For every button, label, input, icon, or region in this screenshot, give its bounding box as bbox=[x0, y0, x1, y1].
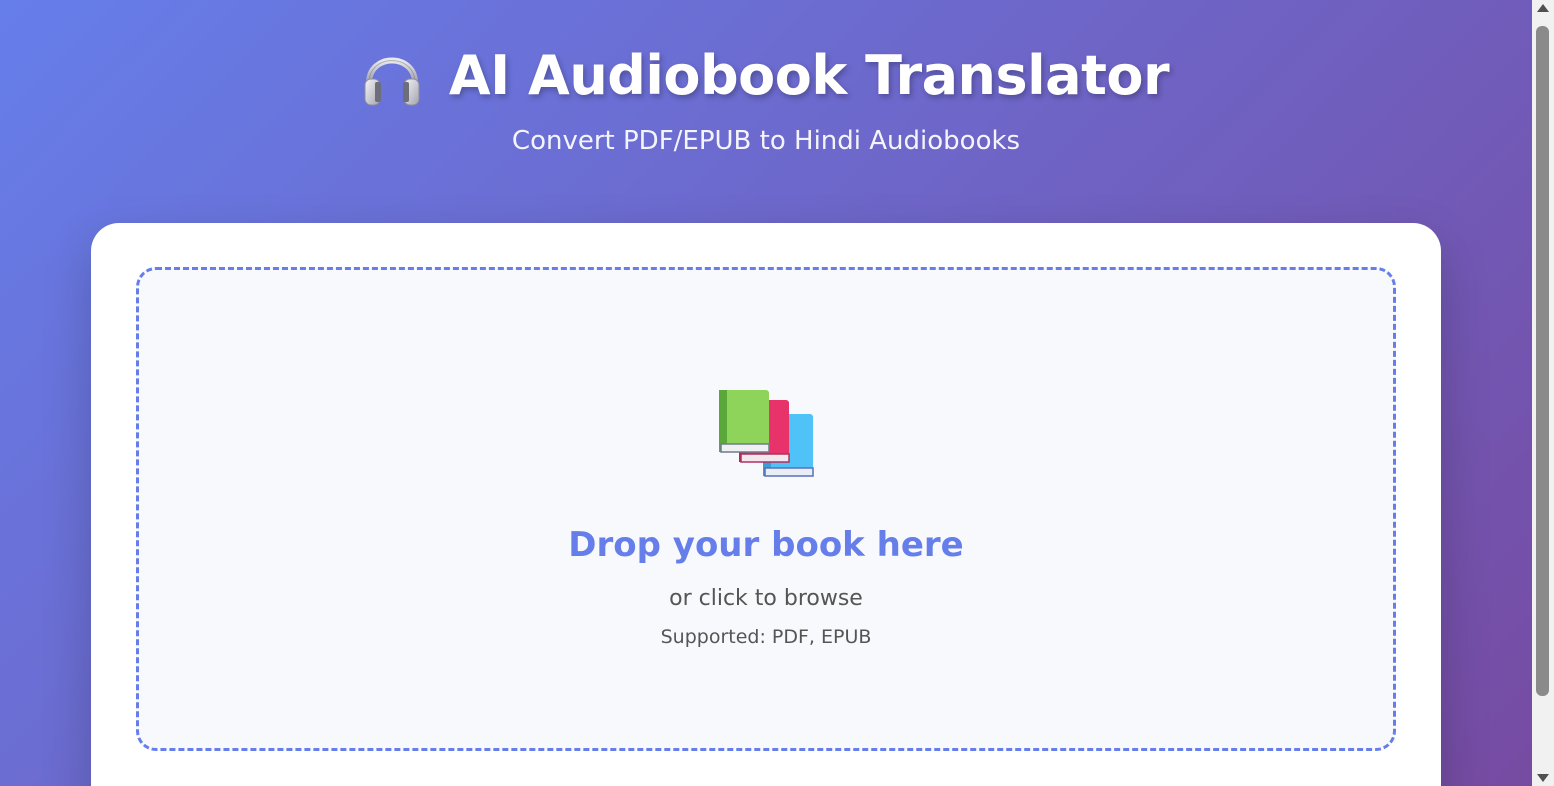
page-title: AI Audiobook Translator bbox=[448, 43, 1170, 107]
scroll-up-arrow-icon[interactable] bbox=[1537, 4, 1549, 12]
scroll-down-arrow-icon[interactable] bbox=[1537, 774, 1549, 782]
books-icon bbox=[719, 390, 814, 477]
dropzone-title: Drop your book here bbox=[568, 525, 964, 565]
vertical-scrollbar[interactable] bbox=[1532, 0, 1554, 786]
browse-link[interactable]: or click to browse bbox=[139, 586, 1393, 611]
scrollbar-thumb[interactable] bbox=[1536, 26, 1549, 696]
app-page: AI Audiobook Translator Convert PDF/EPUB… bbox=[0, 0, 1532, 786]
title-row: AI Audiobook Translator bbox=[363, 30, 1170, 120]
page-subtitle: Convert PDF/EPUB to Hindi Audiobooks bbox=[511, 126, 1021, 156]
file-dropzone[interactable]: Drop your book here or click to browse S… bbox=[136, 267, 1396, 751]
headphones-icon bbox=[364, 57, 420, 106]
upload-card: Drop your book here or click to browse S… bbox=[91, 223, 1441, 786]
supported-formats-text: Supported: PDF, EPUB bbox=[660, 626, 872, 648]
page-header: AI Audiobook Translator Convert PDF/EPUB… bbox=[0, 30, 1532, 156]
